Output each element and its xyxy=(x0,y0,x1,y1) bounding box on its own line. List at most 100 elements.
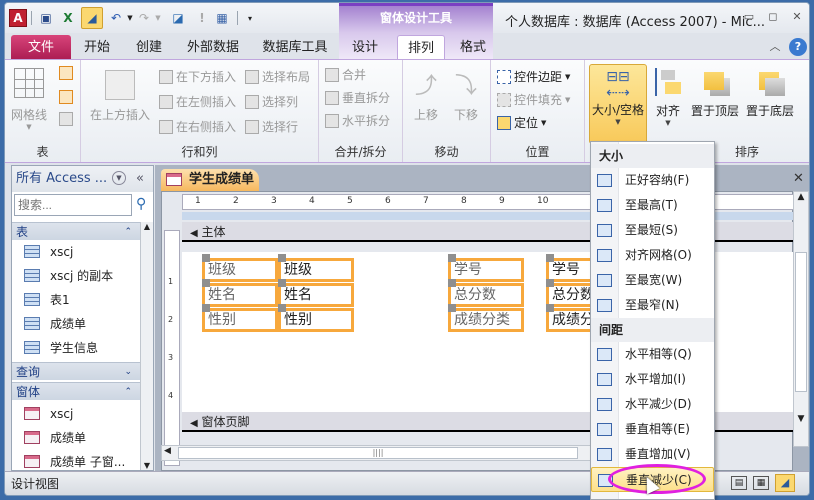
move-handle[interactable] xyxy=(546,304,554,312)
tab-file[interactable]: 文件 xyxy=(11,35,71,61)
access-logo-icon[interactable]: A xyxy=(9,9,27,27)
align-button[interactable]: 对齐 ▼ xyxy=(651,64,685,127)
nav-item-form[interactable]: xscj xyxy=(12,402,140,426)
design-view-icon[interactable]: ◢ xyxy=(775,474,795,492)
select-column-button[interactable]: 选择列 xyxy=(245,93,298,110)
select-row-button[interactable]: 选择行 xyxy=(245,118,298,135)
tab-format[interactable]: 格式 xyxy=(451,35,495,61)
collapse-nav-pane-icon[interactable]: « xyxy=(136,166,144,192)
close-button[interactable]: ✕ xyxy=(789,9,805,25)
label-control[interactable]: 学号 xyxy=(448,258,524,282)
scroll-up-icon[interactable]: ▲ xyxy=(141,222,153,231)
form-view-icon[interactable]: ◪ xyxy=(169,9,187,27)
layout-view-icon[interactable]: ▦ xyxy=(753,476,769,490)
menu-item-to-shortest[interactable]: 至最短(S) xyxy=(591,218,714,243)
document-tab[interactable]: 学生成绩单 xyxy=(161,169,259,191)
nav-item-table[interactable]: 表1 xyxy=(12,288,140,312)
move-handle[interactable] xyxy=(278,279,286,287)
move-handle[interactable] xyxy=(448,304,456,312)
move-handle[interactable] xyxy=(278,254,286,262)
redo-dropdown-icon[interactable]: ▼ xyxy=(149,9,167,27)
horizontal-scrollbar[interactable]: ◀ |||| xyxy=(161,445,593,461)
table-icon[interactable]: ▦ xyxy=(213,9,231,27)
move-handle[interactable] xyxy=(278,304,286,312)
move-up-button[interactable]: ⤴ 上移 xyxy=(409,64,443,123)
control-margins-button[interactable]: 控件边距 ▼ xyxy=(497,68,570,85)
move-down-button[interactable]: ⤵ 下移 xyxy=(449,64,483,123)
insert-right-button[interactable]: 在右侧插入 xyxy=(159,118,236,135)
scroll-up-icon[interactable]: ▲ xyxy=(794,192,808,202)
exclamation-icon[interactable]: ! xyxy=(193,9,211,27)
menu-item-equal-horizontal[interactable]: 水平相等(Q) xyxy=(591,342,714,367)
split-vertical-button[interactable]: 垂直拆分 xyxy=(325,89,390,106)
vertical-scrollbar[interactable]: ▲ ▼ xyxy=(793,191,809,447)
menu-item-to-grid[interactable]: 对齐网格(O) xyxy=(591,243,714,268)
stacked-layout-icon[interactable] xyxy=(59,66,73,80)
menu-item-to-widest[interactable]: 至最宽(W) xyxy=(591,268,714,293)
menu-item-decrease-horizontal[interactable]: 水平减少(D) xyxy=(591,392,714,417)
move-handle[interactable] xyxy=(202,279,210,287)
customize-qat-icon[interactable]: ▾ xyxy=(241,9,259,27)
label-control[interactable]: 总分数 xyxy=(448,283,524,307)
nav-item-table[interactable]: xscj xyxy=(12,240,140,264)
nav-item-table[interactable]: 成绩单 xyxy=(12,312,140,336)
merge-button[interactable]: 合并 xyxy=(325,66,366,83)
insert-above-button[interactable]: 在上方插入 xyxy=(87,64,153,123)
restore-button[interactable]: ◻ xyxy=(765,9,781,25)
move-handle[interactable] xyxy=(546,254,554,262)
label-control[interactable]: 成绩分类 xyxy=(448,308,524,332)
textbox-control[interactable]: 性别 xyxy=(278,308,354,332)
save-icon[interactable]: ▣ xyxy=(37,9,55,27)
nav-section-forms[interactable]: 窗体 ⌃ xyxy=(12,382,140,400)
tabular-layout-icon[interactable] xyxy=(59,90,73,104)
anchoring-button[interactable]: 定位 ▼ xyxy=(497,114,546,131)
menu-item-equal-vertical[interactable]: 垂直相等(E) xyxy=(591,417,714,442)
send-to-back-button[interactable]: 置于底层 xyxy=(743,64,797,119)
remove-layout-icon[interactable] xyxy=(59,112,73,126)
label-control[interactable]: 姓名 xyxy=(202,283,278,307)
tab-design[interactable]: 设计 xyxy=(343,35,387,61)
nav-section-queries[interactable]: 查询 ⌄ xyxy=(12,362,140,380)
move-handle[interactable] xyxy=(202,254,210,262)
minimize-ribbon-icon[interactable]: ︿ xyxy=(767,39,783,55)
menu-item-to-tallest[interactable]: 至最高(T) xyxy=(591,193,714,218)
scroll-thumb[interactable]: |||| xyxy=(178,447,578,459)
control-padding-button[interactable]: 控件填充 ▼ xyxy=(497,91,570,108)
scroll-left-icon[interactable]: ◀ xyxy=(164,446,171,456)
insert-left-button[interactable]: 在左侧插入 xyxy=(159,93,236,110)
split-horizontal-button[interactable]: 水平拆分 xyxy=(325,112,390,129)
form-view-icon[interactable]: ▤ xyxy=(731,476,747,490)
minimize-button[interactable]: ▭ xyxy=(741,9,757,25)
tab-create[interactable]: 创建 xyxy=(127,35,171,61)
tab-home[interactable]: 开始 xyxy=(75,35,119,61)
insert-below-button[interactable]: 在下方插入 xyxy=(159,68,236,85)
menu-item-to-fit[interactable]: 正好容纳(F) xyxy=(591,168,714,193)
menu-item-to-narrowest[interactable]: 至最窄(N) xyxy=(591,293,714,318)
select-layout-button[interactable]: 选择布局 xyxy=(245,68,310,85)
nav-menu-dropdown-icon[interactable]: ▼ xyxy=(112,171,126,185)
scroll-thumb[interactable] xyxy=(795,252,807,392)
design-view-icon[interactable]: ◢ xyxy=(81,7,103,29)
nav-item-table[interactable]: xscj 的副本 xyxy=(12,264,140,288)
textbox-control[interactable]: 姓名 xyxy=(278,283,354,307)
nav-item-table[interactable]: 学生信息 xyxy=(12,336,140,360)
nav-search-input[interactable] xyxy=(14,194,132,216)
gridlines-button[interactable]: 网格线 ▼ xyxy=(9,64,49,131)
size-space-button[interactable]: ⊟⊟ ⇠⇢ 大小/空格 ▼ xyxy=(589,64,647,144)
label-control[interactable]: 班级 xyxy=(202,258,278,282)
close-document-icon[interactable]: ✕ xyxy=(793,171,804,186)
scroll-down-icon[interactable]: ▼ xyxy=(141,461,153,470)
nav-section-tables[interactable]: 表 ⌃ xyxy=(12,222,140,240)
help-icon[interactable]: ? xyxy=(789,38,807,56)
tab-database-tools[interactable]: 数据库工具 xyxy=(257,35,333,61)
menu-item-increase-horizontal[interactable]: 水平增加(I) xyxy=(591,367,714,392)
nav-scrollbar[interactable]: ▲ ▼ xyxy=(140,222,153,470)
tab-arrange[interactable]: 排列 xyxy=(397,35,445,61)
textbox-control[interactable]: 班级 xyxy=(278,258,354,282)
label-control[interactable]: 性别 xyxy=(202,308,278,332)
search-icon[interactable]: ⚲ xyxy=(136,196,146,212)
tab-external-data[interactable]: 外部数据 xyxy=(181,35,245,61)
scroll-down-icon[interactable]: ▼ xyxy=(794,414,808,424)
move-handle[interactable] xyxy=(202,304,210,312)
move-handle[interactable] xyxy=(546,279,554,287)
